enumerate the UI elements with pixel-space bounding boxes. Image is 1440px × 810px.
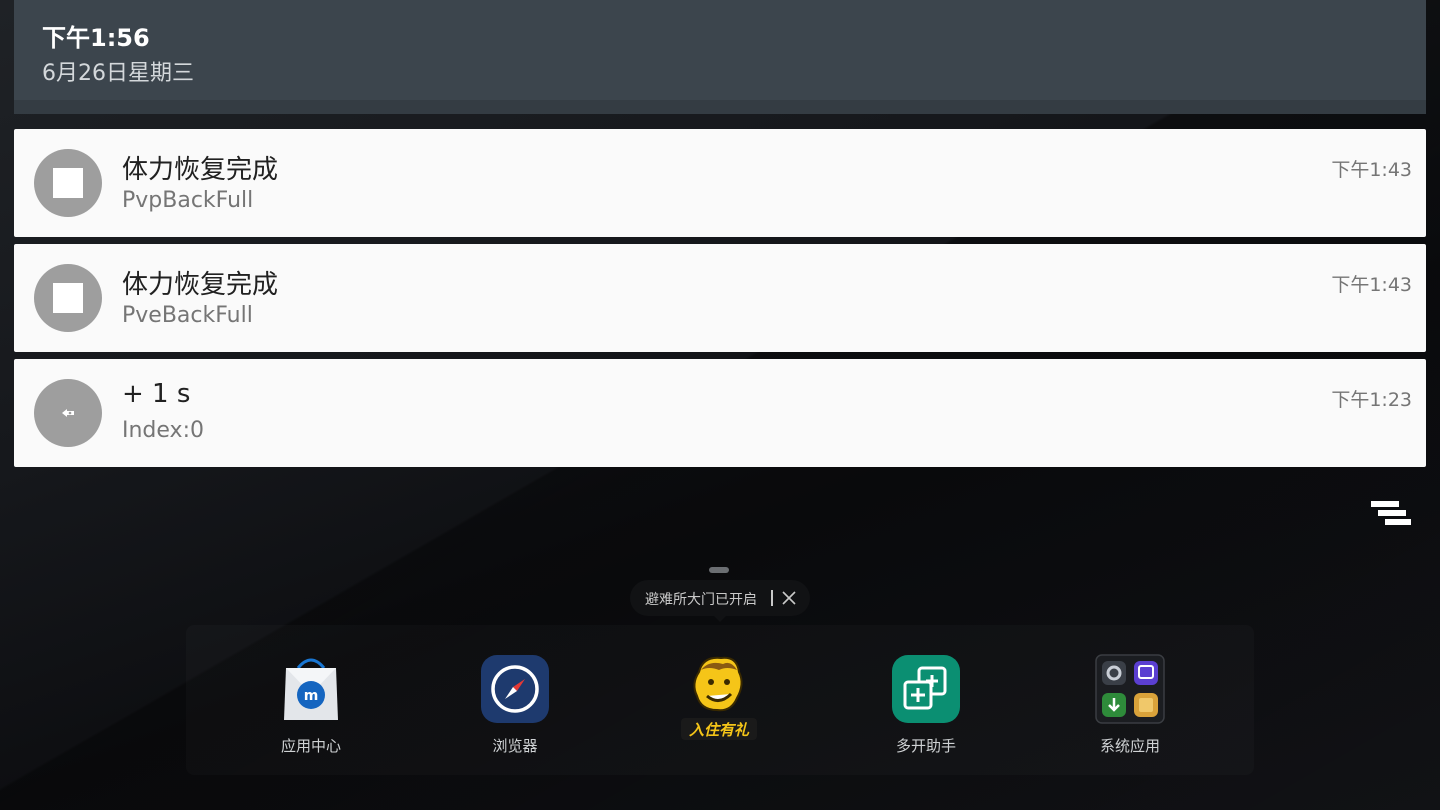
- small-glyph-icon: [34, 379, 102, 447]
- notification-title: 体力恢复完成: [122, 270, 279, 300]
- notification-time: 下午1:43: [1331, 159, 1412, 181]
- app-label: 多开助手: [895, 737, 956, 755]
- notification-card[interactable]: 体力恢复完成 PvpBackFull 下午1:43: [14, 129, 1426, 237]
- multi-open-icon: [891, 654, 961, 724]
- app-label: 浏览器: [492, 737, 538, 755]
- tooltip-bubble: 避难所大门已开启: [630, 580, 810, 622]
- tooltip-separator: [771, 590, 773, 606]
- notification-time: 下午1:43: [1331, 274, 1412, 296]
- app-label: 入住有礼: [689, 721, 750, 739]
- app-system-folder[interactable]: 系统应用: [1075, 654, 1185, 756]
- app-game-vault[interactable]: 入住有礼: [664, 654, 774, 740]
- app-app-center[interactable]: m 应用中心: [256, 654, 366, 756]
- app-label: 系统应用: [1099, 737, 1160, 755]
- tooltip-arrow: [713, 615, 727, 622]
- notification-time: 下午1:23: [1331, 389, 1412, 411]
- compass-browser-icon: [480, 654, 550, 724]
- app-browser[interactable]: 浏览器: [460, 654, 570, 756]
- close-icon[interactable]: [780, 589, 798, 607]
- app-square-icon: [34, 149, 102, 217]
- header-date: 6月26日星期三: [42, 61, 194, 86]
- system-apps-folder-icon: [1095, 654, 1165, 724]
- notification-text: PveBackFull: [122, 303, 253, 328]
- clear-all-button[interactable]: [1368, 498, 1414, 532]
- header-divider: [14, 100, 1426, 114]
- notification-title: + 1 s: [122, 379, 191, 409]
- notification-card[interactable]: 体力恢复完成 PveBackFull 下午1:43: [14, 244, 1426, 352]
- clear-all-icon: [1371, 501, 1411, 525]
- notification-card[interactable]: + 1 s Index:0 下午1:23: [14, 359, 1426, 467]
- svg-text:m: m: [304, 688, 319, 704]
- app-multi-open[interactable]: 多开助手: [871, 654, 981, 756]
- app-square-icon: [34, 264, 102, 332]
- notification-title: 体力恢复完成: [122, 155, 279, 185]
- app-label: 应用中心: [280, 737, 341, 755]
- notification-text: Index:0: [122, 418, 204, 443]
- notification-text: PvpBackFull: [122, 188, 254, 213]
- header-time: 下午1:56: [42, 24, 150, 52]
- status-header: 下午1:56 6月26日星期三: [14, 0, 1426, 114]
- vault-boy-game-icon: 入住有礼: [681, 654, 757, 740]
- tooltip-text: 避难所大门已开启: [645, 592, 757, 608]
- app-store-bag-icon: m: [276, 654, 346, 724]
- drawer-handle[interactable]: [709, 567, 729, 573]
